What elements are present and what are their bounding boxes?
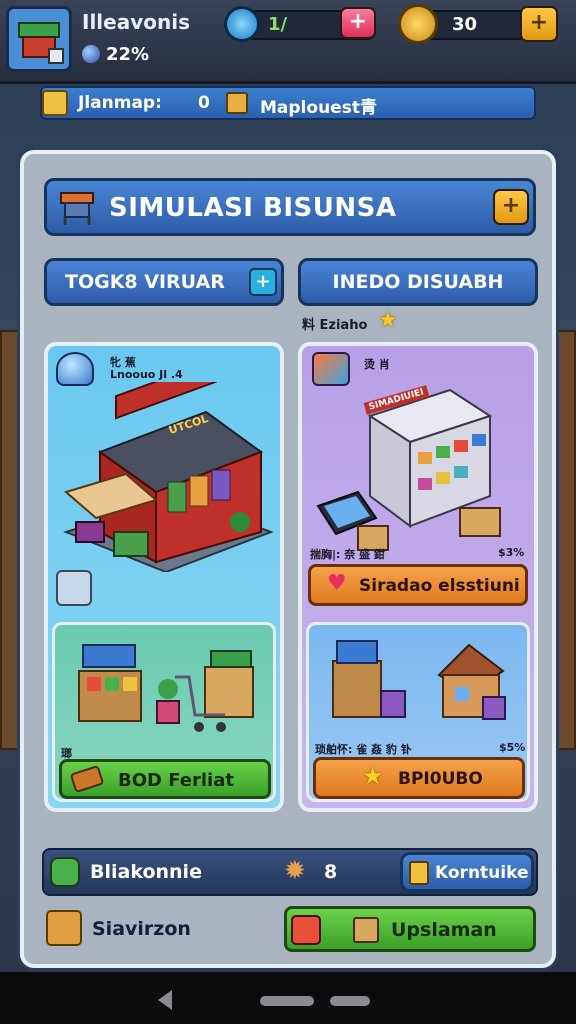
- back-icon[interactable]: [158, 990, 172, 1010]
- top-hud: Illeavonis 22% 1/ + 30 +: [0, 0, 576, 84]
- player-stat: 22%: [106, 44, 150, 65]
- box-icon: [226, 92, 248, 114]
- shop-illustration: [63, 382, 274, 572]
- row1-button-label: Korntuike: [435, 863, 529, 883]
- title-add-button[interactable]: +: [493, 189, 529, 225]
- package-icon: [353, 917, 379, 943]
- globe-icon: [82, 45, 100, 63]
- title-bar: SIMULASI BISUNSA +: [44, 178, 536, 236]
- player-name: Illeavonis: [82, 10, 190, 34]
- panel-title: SIMULASI BISUNSA: [109, 193, 397, 223]
- ticket-icon: [69, 764, 105, 794]
- tab-left-plus: +: [249, 268, 277, 296]
- gear-icon: ✹: [284, 856, 306, 886]
- online-store-illustration: [316, 388, 501, 551]
- stall-icon: [60, 192, 94, 225]
- right-shelf: [556, 330, 576, 750]
- note-icon: [409, 861, 429, 885]
- add-coins-button[interactable]: +: [520, 6, 558, 42]
- row2-button[interactable]: Upslaman: [284, 906, 536, 952]
- star-icon: ★: [378, 308, 398, 333]
- right-subcard-percent: $5%: [499, 741, 526, 754]
- inventory-icon[interactable]: [56, 570, 92, 606]
- heart-icon: ♥: [327, 571, 347, 596]
- right-card-label: 烫 肖: [364, 358, 390, 371]
- card-online-store[interactable]: 烫 肖 SIMADIUIEI 揣胸|: 奈 盛 鉗 $3% ♥ Siradao …: [298, 342, 538, 812]
- main-panel: SIMULASI BISUNSA + TOGK8 VIRUAR + INEDO …: [20, 150, 556, 968]
- tab-right-label: INEDO DISUABH: [332, 271, 504, 293]
- quest-bar[interactable]: Jlanmap: 0 Maplouest青: [40, 86, 536, 120]
- coin-value: 30: [452, 14, 478, 35]
- money-bag-icon: [50, 857, 80, 887]
- stall-avatar-icon: [18, 22, 64, 64]
- right-card-stat: 揣胸|: 奈 盛 鉗: [310, 548, 385, 561]
- star-badge-icon: ★: [362, 762, 384, 790]
- right-card-button[interactable]: ♥ Siradao elsstiuni: [308, 564, 528, 606]
- crystal-icon: [56, 352, 94, 386]
- row1-value: 8: [324, 861, 338, 883]
- row2-label: Siavirzon: [92, 918, 191, 940]
- left-card-button-label: BOD Ferliat: [118, 770, 234, 791]
- right-card-button-label: Siradao elsstiuni: [359, 576, 520, 596]
- add-time-button[interactable]: +: [340, 7, 376, 39]
- coin-icon: [398, 4, 438, 44]
- tab-right-sub: 料 Eziaho: [302, 318, 368, 333]
- left-shelf: [0, 330, 20, 750]
- card-physical-store[interactable]: 牝 蕉 Lnoouo Jl .4 UTCOL 瑯 BOD Ferliat: [44, 342, 284, 812]
- tab-virtual-store[interactable]: TOGK8 VIRUAR +: [44, 258, 284, 306]
- left-card-button[interactable]: BOD Ferliat: [59, 759, 271, 799]
- right-card-percent: $3%: [498, 546, 525, 559]
- quest-value: 0: [198, 93, 210, 113]
- timer-value: 1/: [268, 14, 288, 35]
- quest-label: Jlanmap:: [78, 93, 162, 113]
- kiosk-house-illustration: [332, 640, 506, 720]
- right-subcard-button-label: BPI0UBO: [398, 769, 483, 789]
- home-icon[interactable]: [260, 996, 314, 1006]
- row2-button-label: Upslaman: [391, 919, 497, 941]
- clock-icon: [224, 6, 260, 42]
- row1-label: Bliakonnie: [90, 861, 202, 883]
- right-subcard[interactable]: 琐舶怀: 雀 姦 豹 钋 $5% ★ BPI0UBO: [306, 622, 530, 802]
- right-subcard-button[interactable]: ★ BPI0UBO: [313, 757, 525, 799]
- left-card-sublabel: Lnoouo Jl .4: [110, 368, 183, 381]
- recents-icon[interactable]: [330, 996, 370, 1006]
- system-nav-bar: [0, 972, 576, 1024]
- gift-icon: [291, 915, 321, 945]
- tab-other-store[interactable]: INEDO DISUABH: [298, 258, 538, 306]
- row1-button[interactable]: Korntuike: [400, 852, 534, 892]
- scroll-icon: [42, 90, 68, 116]
- market-goods-illustration: [78, 644, 254, 732]
- bottom-info-bar: Bliakonnie ✹ 8 Korntuike: [42, 848, 538, 896]
- crate-icon: [46, 910, 82, 946]
- quest-name: Maplouest青: [260, 98, 377, 118]
- right-subcard-stat: 琐舶怀: 雀 姦 豹 钋: [315, 743, 412, 756]
- avatar[interactable]: [6, 6, 72, 72]
- left-subcard[interactable]: 瑯 BOD Ferliat: [52, 622, 276, 802]
- tab-left-label: TOGK8 VIRUAR: [65, 271, 225, 293]
